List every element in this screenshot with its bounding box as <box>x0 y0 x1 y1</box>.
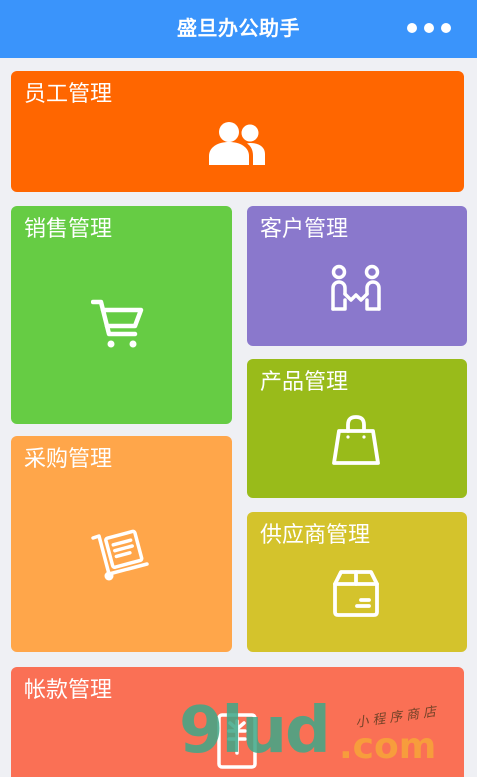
more-dot <box>441 23 451 33</box>
package-box-icon <box>331 568 381 618</box>
shopping-bag-icon <box>331 415 381 467</box>
tile-account-management[interactable]: 帐款管理 <box>11 667 464 777</box>
nav-bar: 盛旦办公助手 <box>0 0 477 58</box>
page-title: 盛旦办公助手 <box>177 16 300 40</box>
hand-truck-icon <box>91 528 149 584</box>
users-icon <box>209 121 267 165</box>
tile-supplier-management[interactable]: 供应商管理 <box>247 512 467 652</box>
more-dots-icon <box>407 23 417 33</box>
tile-sales-management[interactable]: 销售管理 <box>11 206 232 424</box>
handshake-people-icon <box>331 264 381 312</box>
tile-staff-management[interactable]: 员工管理 <box>11 71 464 192</box>
tile-label: 销售管理 <box>24 217 113 242</box>
more-dot <box>424 23 434 33</box>
tile-purchase-management[interactable]: 采购管理 <box>11 436 232 652</box>
shopping-cart-icon <box>91 298 145 352</box>
tile-label: 产品管理 <box>260 370 349 395</box>
tile-label: 帐款管理 <box>24 678 113 703</box>
tile-label: 客户管理 <box>260 217 349 242</box>
tile-label: 采购管理 <box>24 447 113 472</box>
more-menu-button[interactable] <box>407 22 451 34</box>
tile-label: 员工管理 <box>24 82 113 107</box>
tile-label: 供应商管理 <box>260 523 371 548</box>
tile-client-management[interactable]: 客户管理 <box>247 206 467 346</box>
invoice-icon <box>217 713 257 769</box>
tile-product-management[interactable]: 产品管理 <box>247 359 467 498</box>
